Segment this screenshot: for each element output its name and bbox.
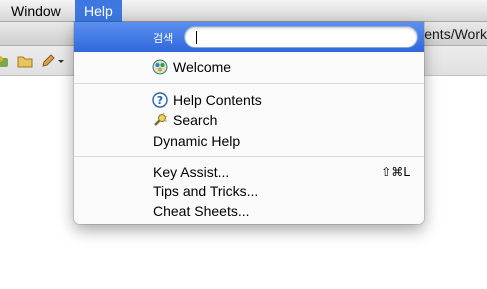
welcome-icon	[152, 59, 168, 75]
separator	[74, 83, 424, 84]
help-question-icon: ?	[152, 92, 168, 108]
help-menu-dropdown: 검색 Welcome ? Help Contents Search Dynami…	[74, 22, 424, 224]
edit-pencil-icon[interactable]	[40, 53, 56, 69]
menu-bar: Window Help	[0, 0, 487, 22]
menu-item-label: Cheat Sheets...	[153, 203, 250, 219]
menu-item-label: Key Assist...	[153, 164, 230, 180]
menu-item-tips-and-tricks[interactable]: Tips and Tricks...	[74, 181, 424, 201]
menu-item-cheat-sheets[interactable]: Cheat Sheets...	[74, 201, 424, 221]
menu-item-help-contents[interactable]: ? Help Contents	[74, 90, 424, 110]
chevron-down-icon[interactable]	[57, 53, 65, 69]
menu-help[interactable]: Help	[75, 0, 122, 22]
help-search-input[interactable]	[184, 26, 418, 48]
help-search-row: 검색	[74, 22, 424, 52]
separator	[74, 156, 424, 157]
menu-item-dynamic-help[interactable]: Dynamic Help	[74, 131, 424, 151]
open-folder-icon[interactable]	[17, 53, 33, 69]
window-title: ents/Work	[424, 26, 487, 42]
menu-item-key-assist[interactable]: Key Assist... ⇧⌘L	[74, 162, 424, 182]
menu-item-label: Tips and Tricks...	[153, 183, 259, 199]
menu-item-search[interactable]: Search	[74, 110, 424, 130]
keyboard-shortcut: ⇧⌘L	[381, 165, 410, 179]
menu-item-label: Welcome	[173, 59, 232, 75]
menu-item-label: Help Contents	[173, 92, 262, 108]
menu-item-welcome[interactable]: Welcome	[74, 57, 424, 77]
svg-text:?: ?	[157, 94, 163, 107]
text-cursor	[196, 31, 197, 44]
menu-window[interactable]: Window	[2, 0, 70, 22]
screen: Window Help ents/Work 검색 Welcome ? Help …	[0, 0, 487, 289]
menu-item-label: Search	[173, 112, 218, 128]
menu-item-label: Dynamic Help	[153, 133, 241, 149]
search-flashlight-icon	[154, 112, 168, 126]
search-label: 검색	[153, 32, 174, 45]
new-project-icon[interactable]	[0, 53, 10, 69]
